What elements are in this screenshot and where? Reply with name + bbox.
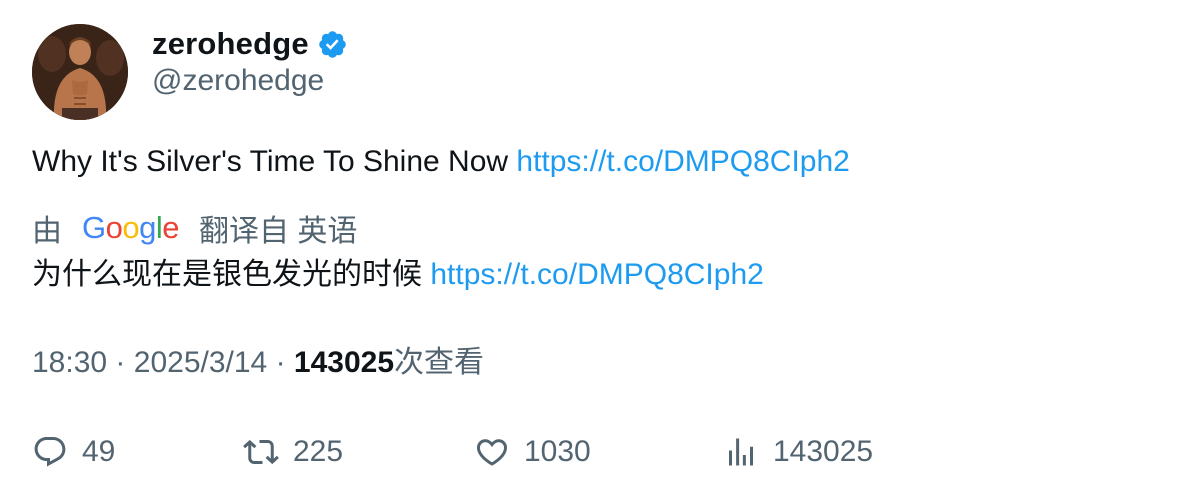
analytics-icon bbox=[729, 438, 753, 466]
views-count: 143025 bbox=[293, 346, 395, 379]
like-button[interactable]: 1030 bbox=[474, 430, 591, 474]
translated-tweet-text: 为什么现在是银色发光的时候 https://t.co/DMPQ8CIph2 bbox=[32, 257, 764, 293]
retweet-count: 225 bbox=[293, 435, 344, 468]
avatar-image bbox=[32, 24, 128, 120]
translated-tweet-link[interactable]: https://t.co/DMPQ8CIph2 bbox=[430, 258, 763, 291]
tweet-link[interactable]: https://t.co/DMPQ8CIph2 bbox=[516, 145, 849, 178]
tweet-date[interactable]: 2025/3/14 bbox=[134, 346, 267, 379]
author-display-name[interactable]: zerohedge bbox=[152, 26, 309, 62]
reply-count: 49 bbox=[82, 435, 116, 468]
tweet-text: Why It's Silver's Time To Shine Now http… bbox=[32, 144, 850, 180]
author-handle[interactable]: @zerohedge bbox=[152, 64, 324, 98]
tweet-meta: 18:30 · 2025/3/14 · 143025次查看 bbox=[32, 345, 484, 381]
translation-suffix[interactable]: 翻译自 英语 bbox=[199, 206, 357, 250]
heart-icon bbox=[476, 439, 508, 466]
views-action-count: 143025 bbox=[773, 435, 874, 468]
views-button[interactable]: 143025 bbox=[723, 430, 873, 474]
tweet: zerohedge @zerohedge Why It's Silver's T… bbox=[0, 0, 1196, 498]
views-label: 次查看 bbox=[394, 346, 485, 379]
author-name-row: zerohedge bbox=[152, 24, 348, 64]
verified-badge-icon bbox=[317, 29, 348, 60]
reply-icon bbox=[34, 437, 66, 467]
reply-button[interactable]: 49 bbox=[32, 430, 115, 474]
translation-attribution: 由 Google 翻译自 英语 bbox=[32, 208, 357, 248]
tweet-time[interactable]: 18:30 bbox=[32, 346, 107, 379]
retweet-button[interactable]: 225 bbox=[243, 430, 343, 474]
translated-text-content: 为什么现在是银色发光的时候 bbox=[32, 258, 422, 291]
meta-separator: · bbox=[115, 346, 126, 379]
retweet-icon bbox=[243, 439, 279, 465]
like-count: 1030 bbox=[524, 435, 591, 468]
meta-separator: · bbox=[275, 346, 286, 379]
avatar[interactable] bbox=[32, 24, 128, 120]
tweet-text-content: Why It's Silver's Time To Shine Now bbox=[32, 145, 509, 178]
tweet-actions: 49 225 1030 143025 bbox=[0, 430, 1196, 474]
google-logo: Google bbox=[82, 210, 180, 245]
translation-prefix: 由 bbox=[32, 215, 62, 248]
